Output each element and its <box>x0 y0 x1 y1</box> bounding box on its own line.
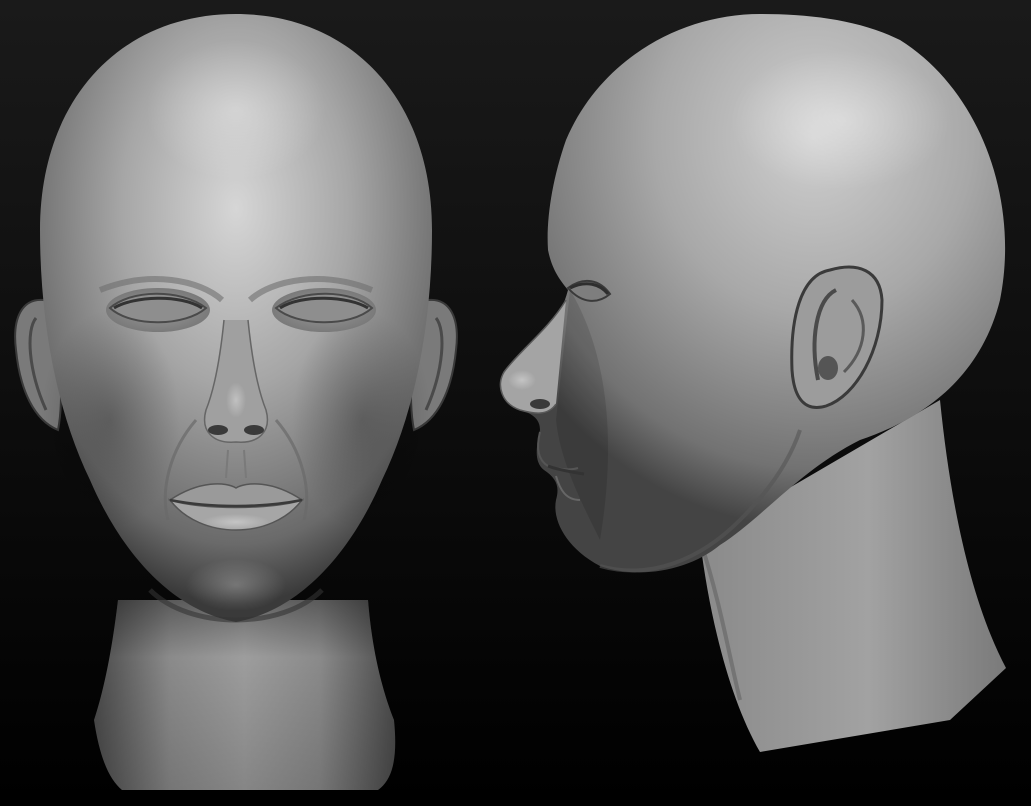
sculpt-viewport <box>0 0 1031 806</box>
front-left-eye <box>106 288 210 332</box>
sculpt-render <box>0 0 1031 806</box>
front-right-eye <box>272 288 376 332</box>
